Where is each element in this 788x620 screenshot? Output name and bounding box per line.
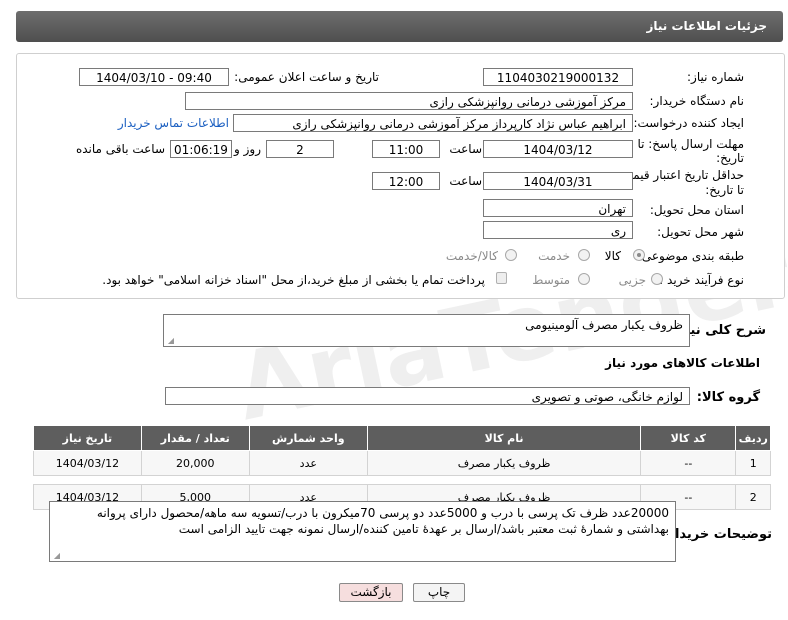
validity-date-field[interactable]: 1404/03/31 [483,172,633,190]
items-table: ردیف کد کالا نام کالا واحد شمارش تعداد /… [33,425,771,510]
cell-row: 1 [735,450,771,476]
col-code-header: کد کالا [640,425,737,451]
buyer-notes-field[interactable]: 20000عدد ظرف تک پرسی با درب و 5000عدد دو… [49,501,676,562]
cell-name: ظروف یکبار مصرف [366,450,642,476]
city-field[interactable]: ری [483,221,633,239]
category-goods-service-radio[interactable] [505,249,517,261]
goods-group-label: گروه کالا: [696,390,760,405]
summary-text: ظروف یکبار مصرف آلومینیومی [525,318,683,332]
cell-row: 2 [735,484,771,510]
col-unit-header: واحد شمارش [248,425,368,451]
process-minor-label: جزیی [618,273,646,287]
table-row[interactable]: 1 -- ظروف یکبار مصرف عدد 20,000 1404/03/… [33,450,771,476]
cell-quantity: 20,000 [140,450,250,476]
row-spacer [33,475,771,485]
validity-label-line1: حداقل تاریخ اعتبار قیمت: [617,168,744,182]
days-label: روز و [234,142,261,156]
process-minor-radio[interactable] [651,273,663,285]
cell-code: -- [640,450,737,476]
summary-field[interactable]: ظروف یکبار مصرف آلومینیومی ◢ [163,314,690,347]
need-number-field[interactable]: 1104030219000132 [483,68,633,86]
deadline-label-line2: تاریخ: [716,151,744,165]
buyer-org-label: نام دستگاه خریدار: [649,94,745,108]
process-medium-radio[interactable] [578,273,590,285]
goods-group-field[interactable]: لوازم خانگی، صوتی و تصویری [165,387,690,405]
province-label: استان محل تحویل: [649,203,744,217]
deadline-time-field[interactable]: 11:00 [372,140,440,158]
col-date-header: تاریخ نیاز [33,425,142,451]
announce-label: تاریخ و ساعت اعلان عمومی: [234,70,379,84]
remaining-time-field[interactable]: 01:06:19 [170,140,232,158]
category-goods-radio[interactable] [633,249,645,261]
category-goods-service-label: کالا/خدمت [445,249,498,263]
city-label: شهر محل تحویل: [657,225,744,239]
validity-time-field[interactable]: 12:00 [372,172,440,190]
col-name-header: نام کالا [366,425,642,451]
print-button[interactable]: چاپ [413,583,465,602]
buyer-contact-link[interactable]: اطلاعات تماس خریدار [118,116,229,130]
table-header-row: ردیف کد کالا نام کالا واحد شمارش تعداد /… [33,425,771,451]
deadline-label-line1: مهلت ارسال پاسخ: تا [637,137,744,151]
buyer-notes-text: 20000عدد ظرف تک پرسی با درب و 5000عدد دو… [96,506,669,536]
buyer-org-field[interactable]: مرکز آموزشی درمانی روانپزشکی رازی [185,92,633,110]
category-label: طبقه بندی موضوعی: [637,249,744,263]
process-medium-label: متوسط [532,273,570,287]
treasury-payment-checkbox[interactable] [496,272,507,284]
resize-handle-icon[interactable]: ◢ [166,337,174,345]
page-title: جزئیات اطلاعات نیاز [646,19,767,33]
category-goods-label: کالا [604,249,621,263]
cell-unit: عدد [248,450,368,476]
category-service-radio[interactable] [578,249,590,261]
creator-label: ایجاد کننده درخواست: [633,116,744,130]
resize-handle-icon[interactable]: ◢ [52,552,60,560]
remaining-time-label: ساعت باقی مانده [75,142,165,156]
page-header: جزئیات اطلاعات نیاز [16,11,783,42]
province-field[interactable]: تهران [483,199,633,217]
buyer-notes-label: توضیحات خریدار: [662,527,772,542]
category-service-label: خدمت [538,249,570,263]
col-row-header: ردیف [735,425,771,451]
deadline-date-field[interactable]: 1404/03/12 [483,140,633,158]
creator-field[interactable]: ابراهیم عباس نژاد کارپرداز مرکز آموزشی د… [233,114,633,132]
items-section-title: اطلاعات کالاهای مورد نیاز [605,356,760,370]
cell-date: 1404/03/12 [33,450,142,476]
validity-label-line2: تا تاریخ: [705,183,744,197]
announce-datetime-field[interactable]: 1404/03/10 - 09:40 [79,68,229,86]
validity-time-label: ساعت [449,174,482,188]
days-remaining-field[interactable]: 2 [266,140,334,158]
process-label: نوع فرآیند خرید : [659,273,744,287]
payment-note: پرداخت تمام یا بخشی از مبلغ خرید،از محل … [102,273,485,287]
col-quantity-header: تعداد / مقدار [140,425,250,451]
need-number-label: شماره نیاز: [687,70,744,84]
back-button[interactable]: بازگشت [339,583,403,602]
deadline-time-label: ساعت [449,142,482,156]
